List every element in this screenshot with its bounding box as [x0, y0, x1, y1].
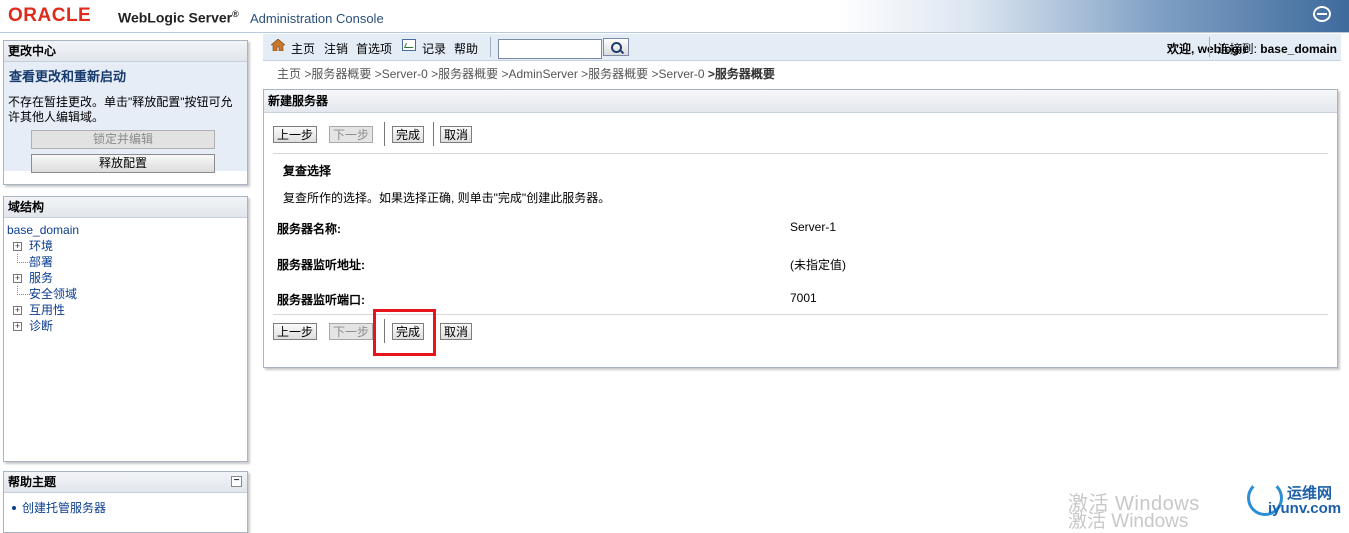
tree-line-icon — [17, 254, 30, 263]
server-name-value: Server-1 — [790, 220, 837, 234]
domain-structure-panel: 域结构 base_domain + 环境 部署 + 服务 安全领域 + 互用性 + 诊断 — [3, 196, 248, 462]
expand-icon[interactable]: + — [13, 274, 22, 283]
page-title: 新建服务器 — [264, 90, 1337, 113]
site-brand-en: iyunv.com — [1268, 500, 1342, 517]
tree-node-deployments[interactable]: 部署 — [7, 254, 244, 270]
expand-icon[interactable]: + — [13, 306, 22, 315]
next-button[interactable]: 下一步 — [329, 126, 373, 143]
help-link[interactable]: 帮助 — [454, 40, 478, 57]
next-button[interactable]: 下一步 — [329, 323, 373, 340]
list-item[interactable]: 创建托管服务器 — [12, 499, 247, 516]
breadcrumb-item[interactable]: 主页 — [277, 67, 301, 81]
domain-structure-title: 域结构 — [4, 197, 247, 218]
breadcrumb-current: >服务器概要 — [707, 67, 775, 81]
search-input[interactable] — [498, 39, 602, 59]
divider — [273, 153, 1328, 154]
server-name-label: 服务器名称: — [277, 222, 341, 236]
breadcrumb: 主页 >服务器概要 >Server-0 >服务器概要 >AdminServer … — [277, 65, 775, 82]
lock-and-edit-button[interactable]: 锁定并编辑 — [31, 130, 215, 149]
tree-line-icon — [17, 286, 30, 295]
top-banner: ORACLE WebLogic Server® Administration C… — [0, 0, 1349, 33]
tree-node-interoperability[interactable]: + 互用性 — [7, 302, 244, 318]
tree-node-environment[interactable]: + 环境 — [7, 238, 244, 254]
tree-root-base-domain[interactable]: base_domain — [7, 222, 244, 238]
view-changes-link[interactable]: 查看更改和重新启动 — [4, 62, 247, 91]
search-icon — [611, 42, 622, 53]
cancel-button[interactable]: 取消 — [440, 126, 472, 143]
breadcrumb-item[interactable]: >服务器概要 — [581, 67, 648, 81]
logout-link[interactable]: 注销 — [324, 40, 348, 57]
search-button[interactable] — [603, 38, 629, 56]
record-link[interactable]: 记录 — [422, 40, 446, 57]
change-center-message: 不存在暂挂更改。单击"释放配置"按钮可允许其他人编辑域。 — [8, 95, 233, 124]
tree-node-diagnostics[interactable]: + 诊断 — [7, 318, 244, 334]
cancel-button[interactable]: 取消 — [440, 323, 472, 340]
listen-port-value: 7001 — [790, 291, 817, 305]
domain-tree: base_domain + 环境 部署 + 服务 安全领域 + 互用性 + 诊断 — [4, 218, 247, 338]
tree-node-security-realms[interactable]: 安全领域 — [7, 286, 244, 302]
connected-to: 连接到: base_domain — [1217, 42, 1337, 56]
listen-address-label: 服务器监听地址: — [277, 258, 365, 272]
record-icon[interactable] — [402, 39, 416, 51]
oracle-logo: ORACLE — [8, 5, 92, 26]
change-center-title: 更改中心 — [4, 41, 247, 62]
finish-button[interactable]: 完成 — [392, 126, 424, 143]
oracle-ring-icon — [1313, 6, 1331, 22]
home-icon[interactable] — [271, 39, 285, 51]
finish-highlight-box — [373, 309, 436, 356]
console-title: Administration Console — [250, 11, 384, 26]
expand-icon[interactable]: + — [13, 322, 22, 331]
change-center-panel: 更改中心 查看更改和重新启动 不存在暂挂更改。单击"释放配置"按钮可允许其他人编… — [3, 40, 248, 185]
tree-node-services[interactable]: + 服务 — [7, 270, 244, 286]
breadcrumb-item[interactable]: >Server-0 — [652, 67, 705, 81]
back-button[interactable]: 上一步 — [273, 126, 317, 143]
home-link[interactable]: 主页 — [291, 40, 315, 57]
bullet-icon — [12, 505, 16, 510]
button-divider — [384, 122, 385, 146]
listen-address-value: (未指定值) — [790, 258, 846, 272]
windows-activation-watermark: 激活 Windows — [1068, 511, 1189, 532]
breadcrumb-item[interactable]: >AdminServer — [501, 67, 577, 81]
help-topics-list: 创建托管服务器 — [4, 493, 247, 516]
top-toolbar: 主页 注销 首选项 记录 帮助 欢迎, weblogic 连接到: base_d… — [263, 34, 1341, 61]
button-divider — [433, 122, 434, 146]
release-configuration-button[interactable]: 释放配置 — [31, 154, 215, 173]
breadcrumb-item[interactable]: >Server-0 — [375, 67, 428, 81]
breadcrumb-item[interactable]: >服务器概要 — [431, 67, 498, 81]
change-center-body: 不存在暂挂更改。单击"释放配置"按钮可允许其他人编辑域。 锁定并编辑 释放配置 — [4, 91, 247, 173]
listen-port-label: 服务器监听端口: — [277, 293, 365, 307]
toolbar-divider — [490, 37, 491, 57]
section-title: 复查选择 — [283, 164, 332, 178]
collapse-icon[interactable]: − — [231, 476, 242, 487]
section-description: 复查所作的选择。如果选择正确, 则单击"完成"创建此服务器。 — [283, 191, 611, 205]
preferences-link[interactable]: 首选项 — [356, 40, 392, 57]
back-button[interactable]: 上一步 — [273, 323, 317, 340]
expand-icon[interactable]: + — [13, 242, 22, 251]
toolbar-divider — [1209, 37, 1210, 57]
product-name: WebLogic Server® — [118, 9, 239, 26]
help-topics-title: 帮助主题 − — [4, 472, 247, 493]
breadcrumb-item[interactable]: >服务器概要 — [304, 67, 371, 81]
